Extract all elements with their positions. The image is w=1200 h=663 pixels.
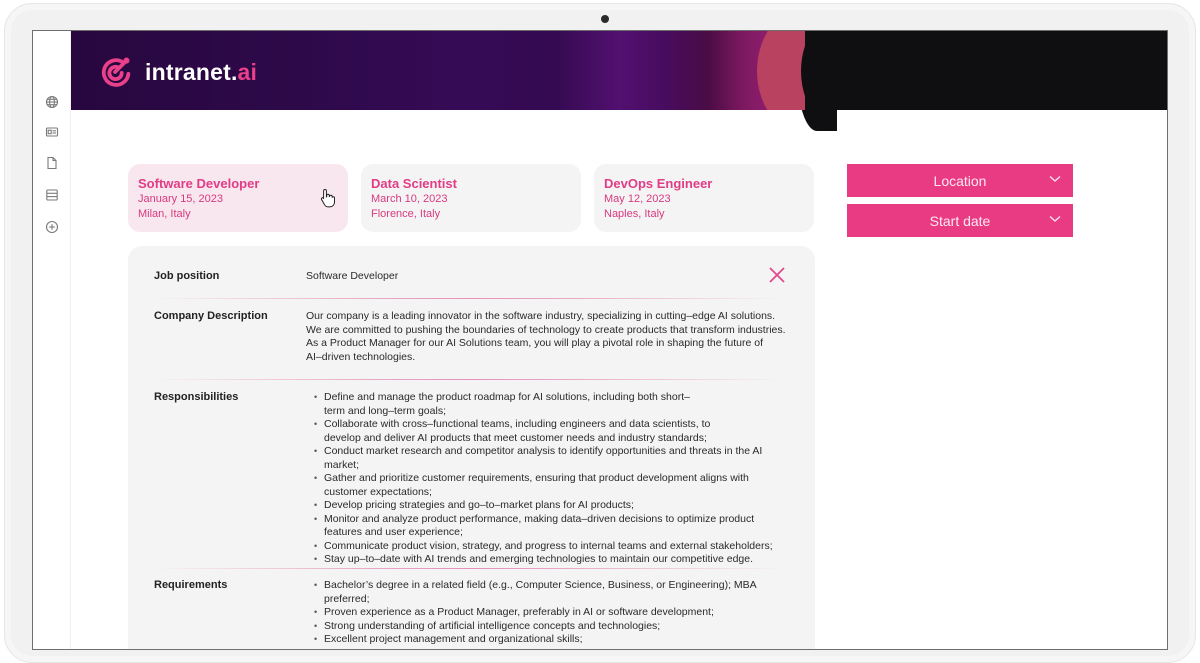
list-item: Gather and prioritize customer requireme… xyxy=(308,472,794,499)
company-description-text: Our company is a leading innovator in th… xyxy=(306,310,796,364)
job-card-location: Naples, Italy xyxy=(604,208,665,220)
location-filter-label: Location xyxy=(933,172,987,189)
list-item: Proven experience as a Product Manager, … xyxy=(308,606,794,620)
globe-icon[interactable] xyxy=(45,95,59,109)
job-card-software-developer[interactable]: Software Developer January 15, 2023 Mila… xyxy=(128,164,348,232)
list-item: Strong understanding of artificial intel… xyxy=(308,620,794,634)
section-divider xyxy=(154,298,784,299)
icon-sidebar xyxy=(33,31,71,649)
requirements-list: Bachelor’s degree in a related field (e.… xyxy=(308,579,794,647)
list-item: Stay up–to–date with AI trends and emerg… xyxy=(308,553,794,567)
id-card-icon[interactable] xyxy=(45,125,59,139)
description-line: As a Product Manager for our AI Solution… xyxy=(306,337,764,349)
header-banner: intranet.ai xyxy=(71,31,1167,131)
job-card-location: Florence, Italy xyxy=(371,208,441,220)
job-detail-panel: Job position Software Developer Company … xyxy=(128,246,815,649)
job-card-title: DevOps Engineer xyxy=(604,176,713,191)
app-logo[interactable]: intranet.ai xyxy=(97,53,257,91)
list-item: Bachelor’s degree in a related field (e.… xyxy=(308,579,794,606)
app-screen: intranet.ai Software Developer January 1… xyxy=(32,30,1168,650)
banner-dark-area xyxy=(805,31,1167,110)
description-line: Our company is a leading innovator in th… xyxy=(306,310,776,322)
start-date-filter-dropdown[interactable]: Start date xyxy=(847,204,1073,237)
description-line: We are committed to pushing the boundari… xyxy=(306,323,786,336)
list-item: Excellent project management and organiz… xyxy=(308,633,794,647)
location-filter-dropdown[interactable]: Location xyxy=(847,164,1073,197)
table-icon[interactable] xyxy=(45,188,59,202)
target-logo-icon xyxy=(101,57,131,87)
document-icon[interactable] xyxy=(45,156,59,170)
list-item: Develop pricing strategies and go–to–mar… xyxy=(308,499,794,513)
list-item: Communicate product vision, strategy, an… xyxy=(308,540,794,554)
responsibilities-label: Responsibilities xyxy=(154,391,239,403)
add-circle-icon[interactable] xyxy=(45,220,59,234)
job-position-label: Job position xyxy=(154,270,220,282)
job-position-value: Software Developer xyxy=(306,270,399,282)
job-card-title: Software Developer xyxy=(138,176,260,191)
job-card-devops-engineer[interactable]: DevOps Engineer May 12, 2023 Naples, Ita… xyxy=(594,164,814,232)
camera-dot xyxy=(601,15,609,23)
chevron-down-icon xyxy=(1049,176,1061,182)
section-divider xyxy=(154,379,784,380)
company-description-label: Company Description xyxy=(154,310,268,322)
job-card-title: Data Scientist xyxy=(371,176,457,191)
job-card-data-scientist[interactable]: Data Scientist March 10, 2023 Florence, … xyxy=(361,164,581,232)
list-item: Collaborate with cross–functional teams,… xyxy=(308,418,748,445)
chevron-down-icon xyxy=(1049,216,1061,222)
start-date-filter-label: Start date xyxy=(929,212,991,229)
list-item: Conduct market research and competitor a… xyxy=(308,445,794,472)
job-card-date: January 15, 2023 xyxy=(138,193,224,205)
list-item: Monitor and analyze product performance,… xyxy=(308,513,794,540)
logo-text: intranet.ai xyxy=(145,58,258,85)
requirements-label: Requirements xyxy=(154,579,228,591)
job-card-location: Milan, Italy xyxy=(138,208,191,220)
responsibilities-list: Define and manage the product roadmap fo… xyxy=(308,391,794,567)
job-card-date: May 12, 2023 xyxy=(604,193,671,205)
section-divider xyxy=(154,568,784,569)
hand-pointer-cursor-icon xyxy=(320,188,335,208)
description-line: AI–driven technologies. xyxy=(306,350,416,363)
list-item: Define and manage the product roadmap fo… xyxy=(308,391,708,418)
job-card-date: March 10, 2023 xyxy=(371,193,448,205)
banner-arc xyxy=(757,31,805,110)
